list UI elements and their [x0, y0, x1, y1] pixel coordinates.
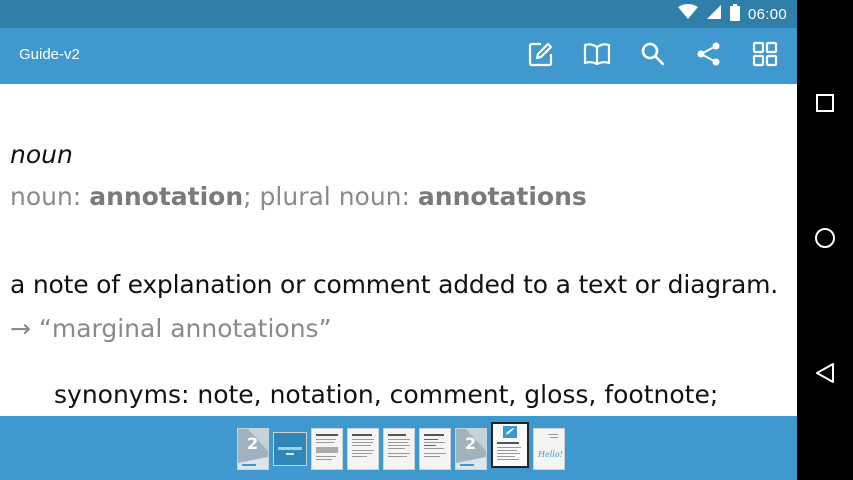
document-page[interactable]: noun noun: annotation; plural noun: anno…	[0, 84, 797, 416]
grid-button[interactable]	[747, 38, 783, 74]
home-button[interactable]	[809, 224, 841, 256]
usage-example: → “marginal annotations”	[10, 314, 332, 343]
thumbnail-handwriting: Hello!	[537, 450, 563, 459]
system-nav-bar	[797, 0, 853, 480]
page-thumbnail-bar: 2 2 Hello!	[0, 416, 797, 480]
thumbnail-page-4[interactable]	[347, 428, 379, 470]
headword: annotation	[89, 182, 244, 211]
recents-button[interactable]	[809, 89, 841, 121]
book-icon	[583, 42, 611, 70]
share-button[interactable]	[691, 38, 727, 74]
word-forms: noun: annotation; plural noun: annotatio…	[10, 182, 587, 211]
battery-icon	[729, 3, 740, 25]
triangle-back-icon	[815, 362, 835, 388]
part-of-speech: noun	[10, 140, 73, 169]
thumbnail-page-3[interactable]	[311, 428, 343, 470]
forms-mid: ; plural noun:	[243, 182, 418, 211]
grid-icon	[752, 41, 778, 71]
synonyms: synonyms: note, notation, comment, gloss…	[54, 380, 719, 409]
status-icons: 06:00	[677, 3, 787, 25]
thumbnail-page-9[interactable]: Hello!	[533, 428, 565, 470]
square-icon	[815, 93, 835, 117]
thumbnail-page-2[interactable]	[273, 432, 307, 466]
edit-button[interactable]	[523, 38, 559, 74]
signal-icon	[706, 4, 722, 24]
app-screen: 06:00 Guide-v2 noun noun: annotation; pl…	[0, 0, 797, 480]
status-bar: 06:00	[0, 0, 797, 28]
plural-form: annotations	[417, 182, 587, 211]
app-bar: Guide-v2	[0, 28, 797, 84]
wifi-icon	[677, 4, 698, 24]
thumbnail-strip: 2 2 Hello!	[237, 422, 565, 470]
thumbnail-page-7[interactable]: 2	[455, 428, 487, 470]
forms-prefix: noun:	[10, 182, 90, 211]
thumbnail-page-5[interactable]	[383, 428, 415, 470]
book-button[interactable]	[579, 38, 615, 74]
definition: a note of explanation or comment added t…	[10, 270, 778, 299]
document-title: Guide-v2	[19, 46, 80, 63]
thumbnail-page-6[interactable]	[419, 428, 451, 470]
search-button[interactable]	[635, 38, 671, 74]
thumbnail-cover-numeral: 2	[247, 434, 258, 453]
edit-icon	[528, 41, 554, 71]
toolbar	[523, 38, 783, 74]
circle-icon	[814, 227, 836, 253]
share-icon	[696, 41, 722, 71]
thumbnail-cover-numeral: 2	[465, 434, 476, 453]
status-time: 06:00	[747, 5, 787, 23]
thumbnail-page-1[interactable]: 2	[237, 428, 269, 470]
back-button[interactable]	[809, 359, 841, 391]
search-icon	[640, 41, 666, 71]
thumbnail-page-8-selected[interactable]	[491, 422, 529, 468]
